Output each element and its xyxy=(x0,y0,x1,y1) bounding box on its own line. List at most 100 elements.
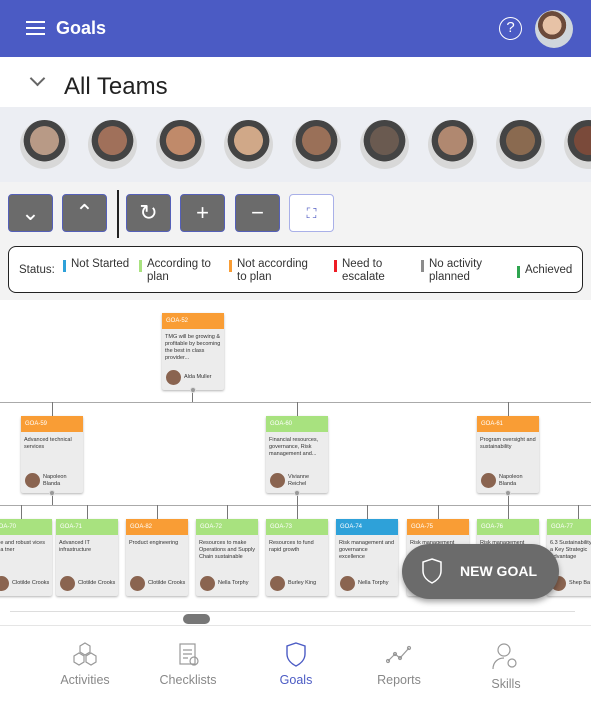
goal-id: GOA-77 xyxy=(547,519,591,535)
nav-checklists[interactable]: Checklists xyxy=(143,641,233,687)
zoom-out-icon: − xyxy=(251,200,264,225)
goal-id: GOA-71 xyxy=(56,519,118,535)
reports-icon xyxy=(354,641,444,667)
legend-item: Achieved xyxy=(517,264,585,278)
team-member-avatar[interactable] xyxy=(292,120,341,169)
goal-owner: Burley King xyxy=(270,576,316,591)
goal-owner: Clotilde Crooks xyxy=(0,576,49,591)
connector-line xyxy=(297,505,298,519)
legend-text: Achieved xyxy=(525,264,573,276)
legend-item: According to plan xyxy=(139,258,227,284)
legend-label: Status: xyxy=(19,264,55,276)
legend-item: Need to escalate xyxy=(334,258,422,284)
nav-activities[interactable]: Activities xyxy=(40,641,130,687)
new-goal-label: NEW GOAL xyxy=(460,563,537,579)
goal-text: Risk management and governance excellenc… xyxy=(339,540,395,560)
owner-avatar xyxy=(0,576,9,591)
nav-goals[interactable]: Goals xyxy=(251,641,341,687)
team-member-avatar[interactable] xyxy=(360,120,409,169)
team-member-avatar[interactable] xyxy=(88,120,137,169)
legend-text: Not according to plan xyxy=(237,258,308,283)
fit-screen-button[interactable]: ⛶ xyxy=(289,194,334,232)
owner-avatar xyxy=(340,576,355,591)
nav-label: Goals xyxy=(279,673,313,687)
owner-name: Clotilde Crooks xyxy=(78,580,116,586)
refresh-icon: ↻ xyxy=(139,200,158,225)
shield-icon xyxy=(422,558,442,584)
goal-owner: Napoleon Blanda xyxy=(481,473,539,488)
user-avatar[interactable] xyxy=(535,10,573,48)
goal-card[interactable]: GOA-61 Program oversight and sustainabili… xyxy=(477,416,539,496)
team-members-strip xyxy=(0,107,591,182)
new-goal-button[interactable]: NEW GOAL xyxy=(402,544,559,599)
owner-avatar xyxy=(270,576,285,591)
checklists-icon xyxy=(143,641,233,667)
team-selector[interactable]: All Teams xyxy=(0,57,591,107)
bottom-nav: Activities Checklists Goals Reports Skills xyxy=(0,625,591,703)
owner-name: Napoleon Blanda xyxy=(499,473,523,487)
team-member-avatar[interactable] xyxy=(224,120,273,169)
team-member-avatar[interactable] xyxy=(564,120,591,169)
legend-item: Not according to plan xyxy=(229,258,317,284)
owner-avatar xyxy=(481,473,496,488)
legend-swatch xyxy=(229,260,232,272)
owner-avatar xyxy=(130,576,145,591)
goal-card[interactable]: GOA-59 Advanced technical services Napoleo… xyxy=(21,416,83,496)
goal-card[interactable]: GOA-70 able and robust vices as a tner Clo… xyxy=(0,519,52,596)
connector-line xyxy=(508,505,509,519)
goal-owner: Nella Torphy xyxy=(340,576,388,591)
team-title: All Teams xyxy=(64,73,168,100)
goal-id: GOA-70 xyxy=(0,519,52,535)
nav-reports[interactable]: Reports xyxy=(354,641,444,687)
toolbar: ⌄ ⌃ ↻ + − ⛶ Status: Not Started According to p… xyxy=(0,182,591,300)
expand-node-handle[interactable] xyxy=(49,490,55,496)
goal-card[interactable]: GOA-74 Risk management and governance exc… xyxy=(336,519,398,596)
legend-text: According to plan xyxy=(147,258,211,283)
scrollbar-thumb[interactable] xyxy=(183,614,210,624)
connector-line xyxy=(297,402,298,416)
goal-card[interactable]: GOA-82 Product engineering Clotilde Crooks xyxy=(126,519,188,596)
nav-label: Reports xyxy=(377,673,421,687)
connector-line xyxy=(367,505,368,519)
expand-node-handle[interactable] xyxy=(294,490,300,496)
team-member-avatar[interactable] xyxy=(428,120,477,169)
connector-line xyxy=(21,505,22,519)
goal-card[interactable]: GOA-52 TMG will be growing & profitable b… xyxy=(162,313,224,393)
expand-all-button[interactable]: ⌃ xyxy=(62,194,107,232)
app-header: Goals ? xyxy=(0,0,591,57)
goal-text: Resources to fund rapid growth xyxy=(269,540,314,553)
collapse-all-icon: ⌄ xyxy=(21,200,40,225)
connector-line xyxy=(0,505,591,506)
team-member-avatar[interactable] xyxy=(156,120,205,169)
goal-owner: Napoleon Blanda xyxy=(25,473,83,488)
goal-id: GOA-74 xyxy=(336,519,398,535)
goal-card[interactable]: GOA-60 Financial resources, governance, R… xyxy=(266,416,328,496)
expand-node-handle[interactable] xyxy=(190,387,196,393)
activities-icon xyxy=(40,641,130,667)
expand-node-handle[interactable] xyxy=(505,490,511,496)
collapse-all-button[interactable]: ⌄ xyxy=(8,194,53,232)
goal-card[interactable]: GOA-71 Advanced IT infrastructure Clotilde… xyxy=(56,519,118,596)
team-member-avatar[interactable] xyxy=(496,120,545,169)
nav-skills[interactable]: Skills xyxy=(461,641,551,691)
goal-card[interactable]: GOA-72 Resources to make Operations and S… xyxy=(196,519,258,596)
goal-id: GOA-61 xyxy=(477,416,539,432)
owner-name: Clotilde Crooks xyxy=(148,580,186,586)
refresh-button[interactable]: ↻ xyxy=(126,194,171,232)
goal-owner: Nella Torphy xyxy=(200,576,248,591)
team-member-avatar[interactable] xyxy=(20,120,69,169)
horizontal-scrollbar[interactable] xyxy=(10,611,575,612)
goal-text: Program oversight and sustainability xyxy=(480,437,536,450)
expand-all-icon: ⌃ xyxy=(75,200,94,225)
nav-label: Checklists xyxy=(159,673,217,687)
chevron-down-icon[interactable] xyxy=(29,70,46,87)
zoom-in-button[interactable]: + xyxy=(180,194,225,232)
zoom-out-button[interactable]: − xyxy=(235,194,280,232)
goal-id: GOA-72 xyxy=(196,519,258,535)
owner-avatar xyxy=(200,576,215,591)
goals-icon xyxy=(251,641,341,667)
nav-label: Activities xyxy=(60,673,110,687)
goal-card[interactable]: GOA-73 Resources to fund rapid growth Burl… xyxy=(266,519,328,596)
help-icon[interactable]: ? xyxy=(499,17,522,40)
menu-icon[interactable] xyxy=(26,21,45,35)
